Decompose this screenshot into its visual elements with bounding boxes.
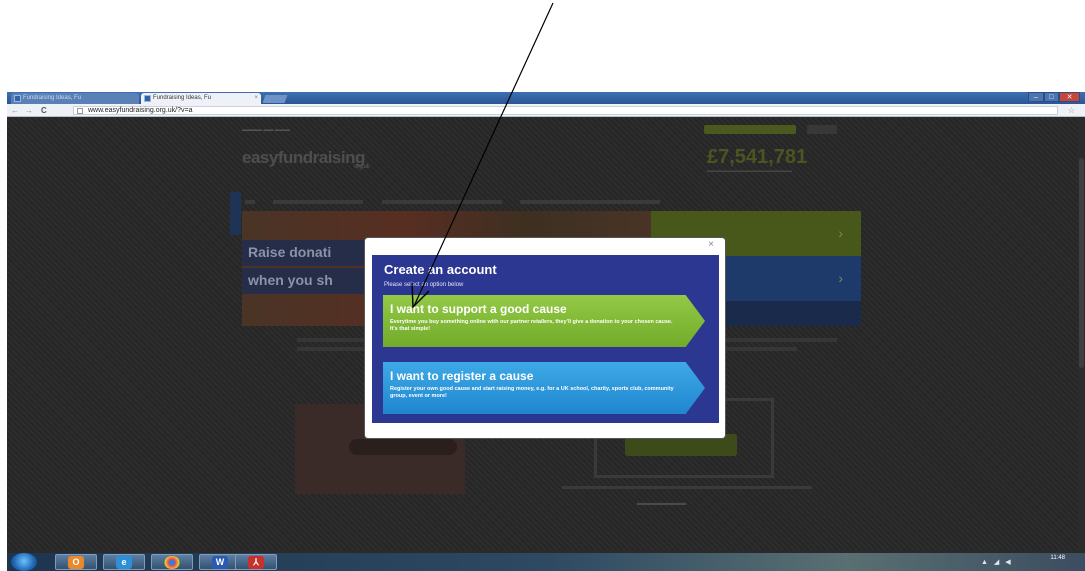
total-raised: £7,541,781 bbox=[707, 146, 808, 168]
tab-fundraising-1[interactable]: Fundraising Ideas, Fu × bbox=[11, 93, 139, 104]
hero-line-1: Raise donati bbox=[248, 244, 332, 260]
feedback-tab[interactable] bbox=[230, 192, 241, 235]
chevron-right-icon: › bbox=[838, 270, 843, 286]
logo-text: easyfundraising bbox=[242, 148, 365, 167]
maximize-button[interactable]: □ bbox=[1043, 92, 1060, 102]
signup-pill[interactable] bbox=[704, 125, 796, 134]
outlook-icon: O bbox=[68, 556, 84, 569]
bookmark-star-icon[interactable]: ☆ bbox=[1068, 104, 1075, 117]
new-tab-button[interactable] bbox=[262, 95, 288, 103]
watch-video-button[interactable] bbox=[349, 439, 457, 455]
site-favicon-icon bbox=[14, 95, 21, 102]
clock-time[interactable]: 11:48 bbox=[1050, 555, 1065, 561]
windows-taskbar: O e W ⅄ ▲◢◀ 11:48 bbox=[7, 553, 1085, 571]
logo-suffix: org.uk bbox=[354, 164, 370, 170]
modal-subtitle: Please select an option below bbox=[384, 282, 464, 288]
login-button[interactable] bbox=[807, 125, 837, 134]
tab-strip: Fundraising Ideas, Fu × Fundraising Idea… bbox=[7, 92, 1085, 104]
url-text: www.easyfundraising.org.uk/?v=a bbox=[88, 107, 193, 114]
start-orb-icon[interactable] bbox=[11, 553, 37, 571]
close-icon[interactable]: × bbox=[705, 239, 717, 251]
tab-label: Fundraising Ideas, Fu bbox=[153, 95, 212, 101]
page-scrollbar[interactable] bbox=[1078, 118, 1085, 550]
minimize-button[interactable]: – bbox=[1028, 92, 1044, 102]
modal-title: Create an account bbox=[384, 262, 497, 277]
support-cause-description: Everytime you buy something online with … bbox=[390, 319, 673, 332]
internet-explorer-icon: e bbox=[116, 556, 132, 569]
reload-icon[interactable]: C bbox=[41, 104, 47, 117]
register-cause-description: Register your own good cause and start r… bbox=[390, 386, 674, 399]
tab-close-icon[interactable]: × bbox=[254, 93, 258, 104]
tab-label: Fundraising Ideas, Fu bbox=[23, 95, 82, 101]
laptop-base bbox=[562, 486, 812, 489]
register-cause-heading: I want to register a cause bbox=[390, 369, 534, 383]
tab-close-icon[interactable]: × bbox=[132, 93, 136, 104]
window-controls: – □ ✕ bbox=[1028, 92, 1080, 102]
page-icon bbox=[77, 108, 83, 114]
chevron-right-icon: › bbox=[838, 225, 843, 241]
site-logo[interactable]: easyfundraising org.uk bbox=[242, 148, 370, 170]
browser-toolbar: ← → C www.easyfundraising.org.uk/?v=a ☆ bbox=[7, 104, 1085, 117]
support-cause-heading: I want to support a good cause bbox=[390, 302, 567, 316]
tray-icons[interactable]: ▲◢◀ bbox=[981, 558, 1017, 566]
main-nav bbox=[245, 191, 845, 204]
acrobat-taskbar-button[interactable]: ⅄ bbox=[235, 554, 277, 570]
outlook-taskbar-button[interactable]: O bbox=[55, 554, 97, 570]
forward-arrow-icon[interactable]: → bbox=[25, 104, 33, 117]
close-window-button[interactable]: ✕ bbox=[1059, 92, 1080, 102]
screenshot-stage: Fundraising Ideas, Fu × Fundraising Idea… bbox=[0, 0, 1085, 571]
nav-item[interactable] bbox=[520, 200, 661, 204]
register-cause-button[interactable]: I want to register a cause Register your… bbox=[383, 362, 705, 414]
nav-item[interactable] bbox=[273, 200, 364, 204]
back-arrow-icon[interactable]: ← bbox=[11, 104, 19, 117]
chrome-taskbar-button[interactable] bbox=[151, 554, 193, 570]
step-caption-placeholder: ▬▬▬▬▬▬▬ bbox=[637, 500, 686, 507]
system-tray: ▲◢◀ 11:48 bbox=[961, 553, 1081, 571]
total-raised-caption: ▬▬▬▬▬▬▬▬▬▬▬▬▬▬▬▬▬ bbox=[707, 168, 792, 174]
support-cause-button[interactable]: I want to support a good cause Everytime… bbox=[383, 295, 705, 347]
word-icon: W bbox=[212, 556, 228, 569]
top-links-placeholder: ▬▬▬▬ ▬▬ ▬▬▬ bbox=[242, 127, 290, 133]
ie-taskbar-button[interactable]: e bbox=[103, 554, 145, 570]
hero-line-2: when you sh bbox=[248, 272, 333, 288]
address-bar[interactable]: www.easyfundraising.org.uk/?v=a bbox=[73, 106, 1058, 115]
site-favicon-icon bbox=[144, 95, 151, 102]
nav-item[interactable] bbox=[381, 200, 502, 204]
scrollbar-thumb[interactable] bbox=[1079, 158, 1084, 368]
tab-fundraising-2[interactable]: Fundraising Ideas, Fu × bbox=[141, 93, 261, 104]
acrobat-icon: ⅄ bbox=[248, 556, 264, 569]
home-icon[interactable] bbox=[245, 200, 255, 204]
chrome-icon bbox=[164, 556, 180, 569]
